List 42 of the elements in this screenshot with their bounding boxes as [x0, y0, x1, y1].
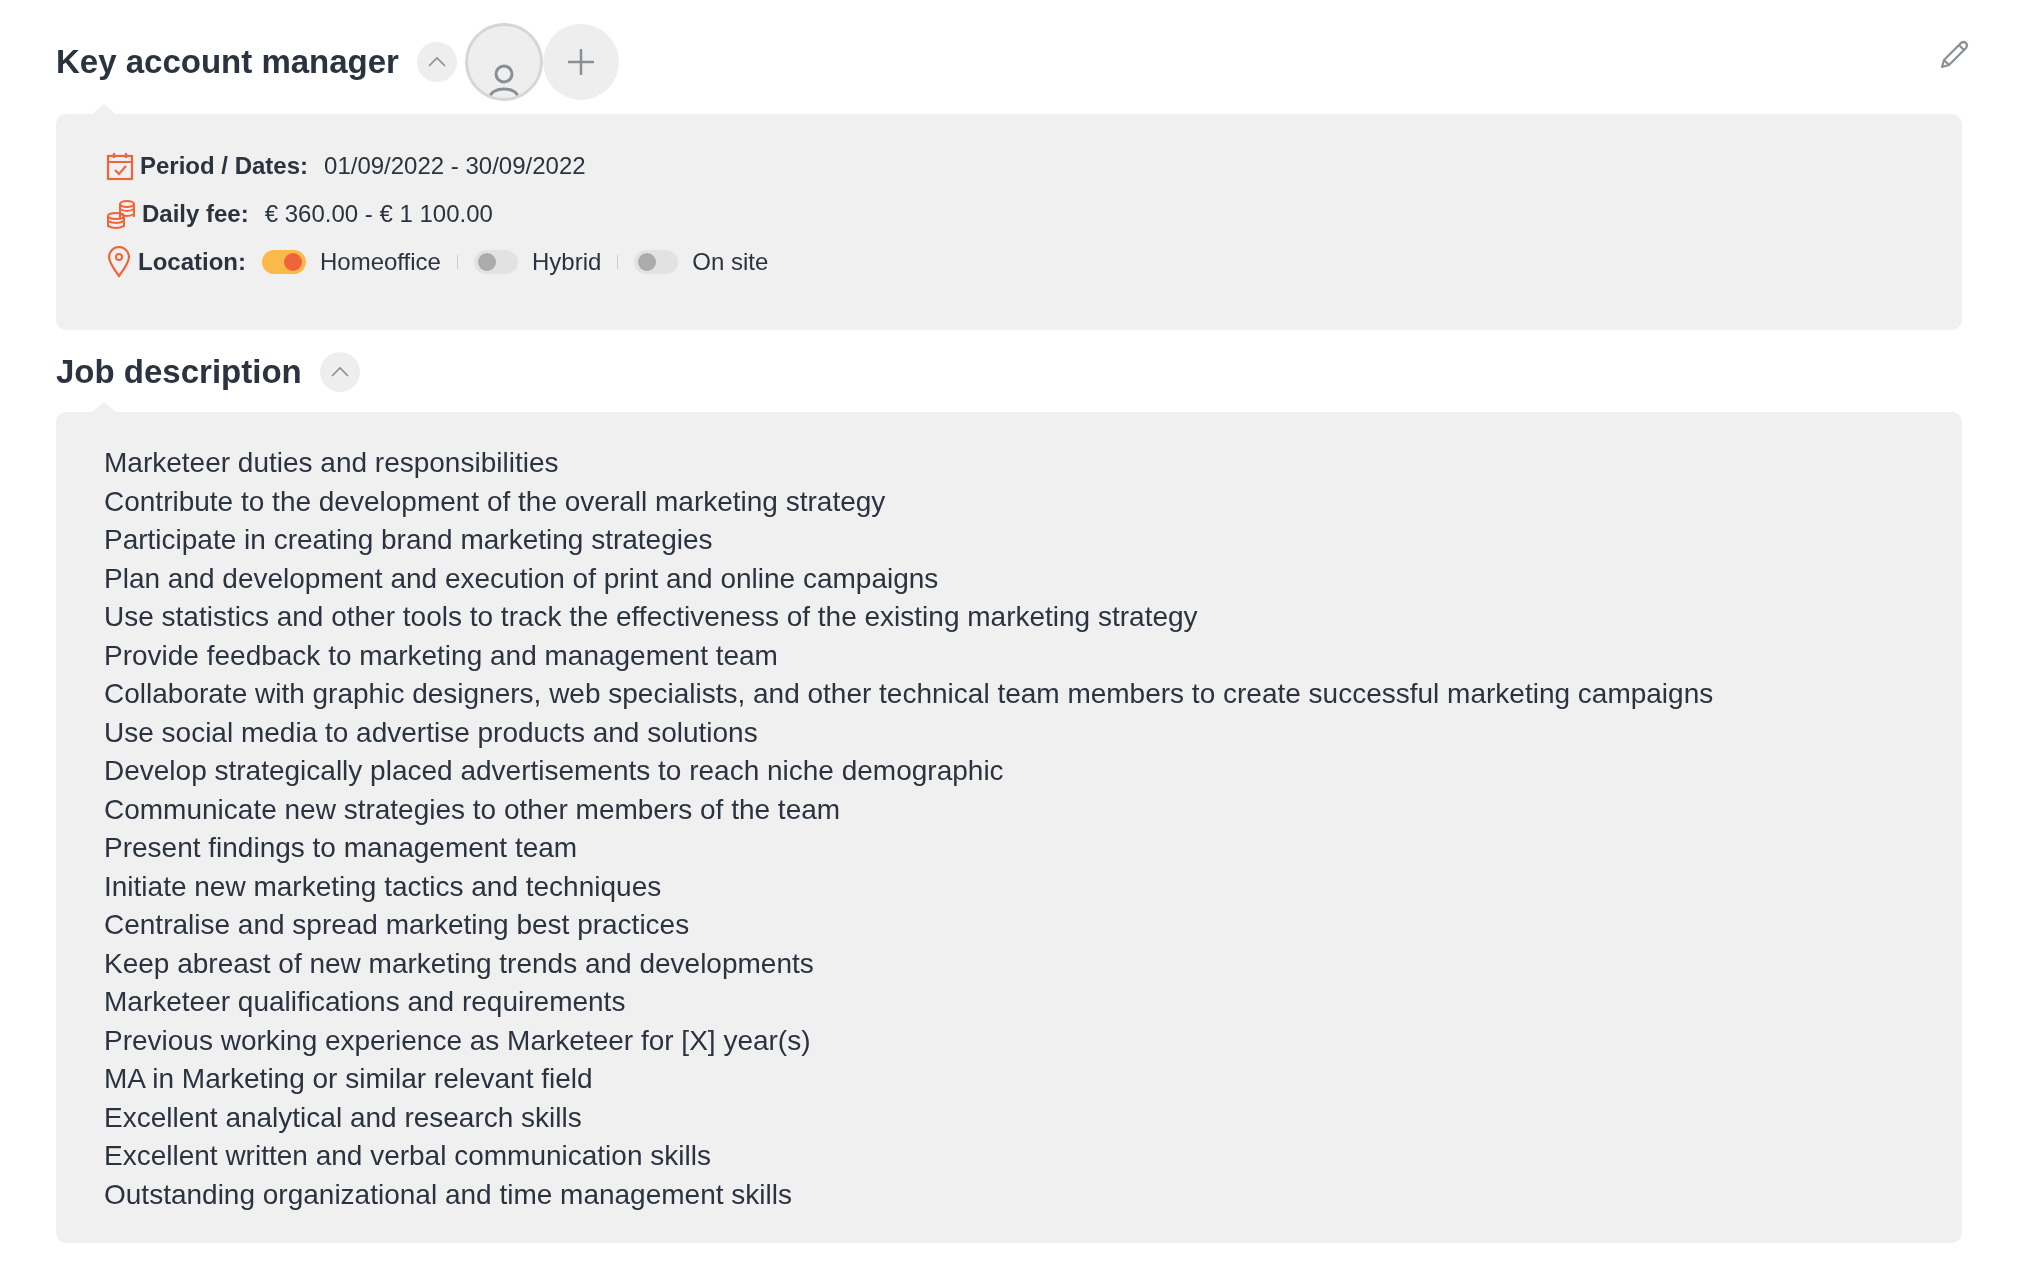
toggle-label: Homeoffice: [320, 247, 441, 277]
description-line: Keep abreast of new marketing trends and developments: [104, 946, 815, 981]
description-line: Develop strategically placed advertisements to reach niche demographic: [104, 754, 1005, 788]
location-pin-icon: [106, 246, 132, 278]
description-line: MA in Marketing or similar relevant field: [104, 1062, 594, 1096]
description-line: Communicate new strategies to other members of the team: [104, 792, 842, 827]
location-label: Location:: [138, 247, 246, 277]
section-title: Job description: [56, 352, 302, 393]
description-line: Marketeer qualifications and requirements: [104, 985, 627, 1019]
description-line: Present findings to management team: [104, 831, 579, 865]
coins-icon: [106, 199, 136, 229]
description-line: Outstanding organizational and time management skills: [104, 1177, 793, 1212]
fee-label: Daily fee:: [142, 199, 249, 229]
toggle-label: Hybrid: [531, 247, 602, 277]
edit-icon[interactable]: [1938, 39, 1970, 71]
description-line: Provide feedback to marketing and management team: [104, 638, 779, 673]
description-line: Use statistics and other tools to track the effectiveness of the existing marketing strategy: [104, 600, 1199, 634]
toggle-switch[interactable]: [262, 250, 306, 274]
description-line: Excellent written and verbal communication skills: [104, 1139, 712, 1173]
toggle-label: On site: [692, 247, 769, 277]
collapse-button[interactable]: [319, 352, 360, 392]
description-line: Use social media to advertise products and solutions: [104, 715, 759, 750]
toggle-switch[interactable]: [634, 250, 679, 274]
period-label: Period / Dates:: [140, 151, 309, 181]
description-line: Centralise and spread marketing best practices: [104, 908, 691, 942]
chevron-up-icon: [426, 56, 447, 68]
description-line: Previous working experience as Marketeer for [X] year(s): [104, 1023, 812, 1058]
section-title: Key account manager: [56, 42, 399, 83]
collapse-button[interactable]: [416, 42, 457, 82]
chevron-up-icon: [329, 366, 350, 378]
toggle-switch[interactable]: [473, 250, 518, 274]
description-line: Collaborate with graphic designers, web specialists, and other technical team members to create successful marketing campaigns: [104, 677, 1715, 711]
description-line: Marketeer duties and responsibilities: [104, 446, 560, 480]
description-line: Participate in creating brand marketing strategies: [104, 523, 714, 557]
description-line: Plan and development and execution of print and online campaigns: [104, 561, 940, 596]
calendar-icon: [106, 151, 134, 181]
description-line: Contribute to the development of the overall marketing strategy: [104, 484, 887, 519]
plus-icon: [565, 47, 596, 77]
description-line: Excellent analytical and research skills: [104, 1100, 583, 1135]
fee-value: € 360.00 - € 1 100.00: [264, 199, 493, 229]
description-line: Initiate new marketing tactics and techniques: [104, 869, 663, 904]
period-value: 01/09/2022 - 30/09/2022: [324, 151, 586, 181]
